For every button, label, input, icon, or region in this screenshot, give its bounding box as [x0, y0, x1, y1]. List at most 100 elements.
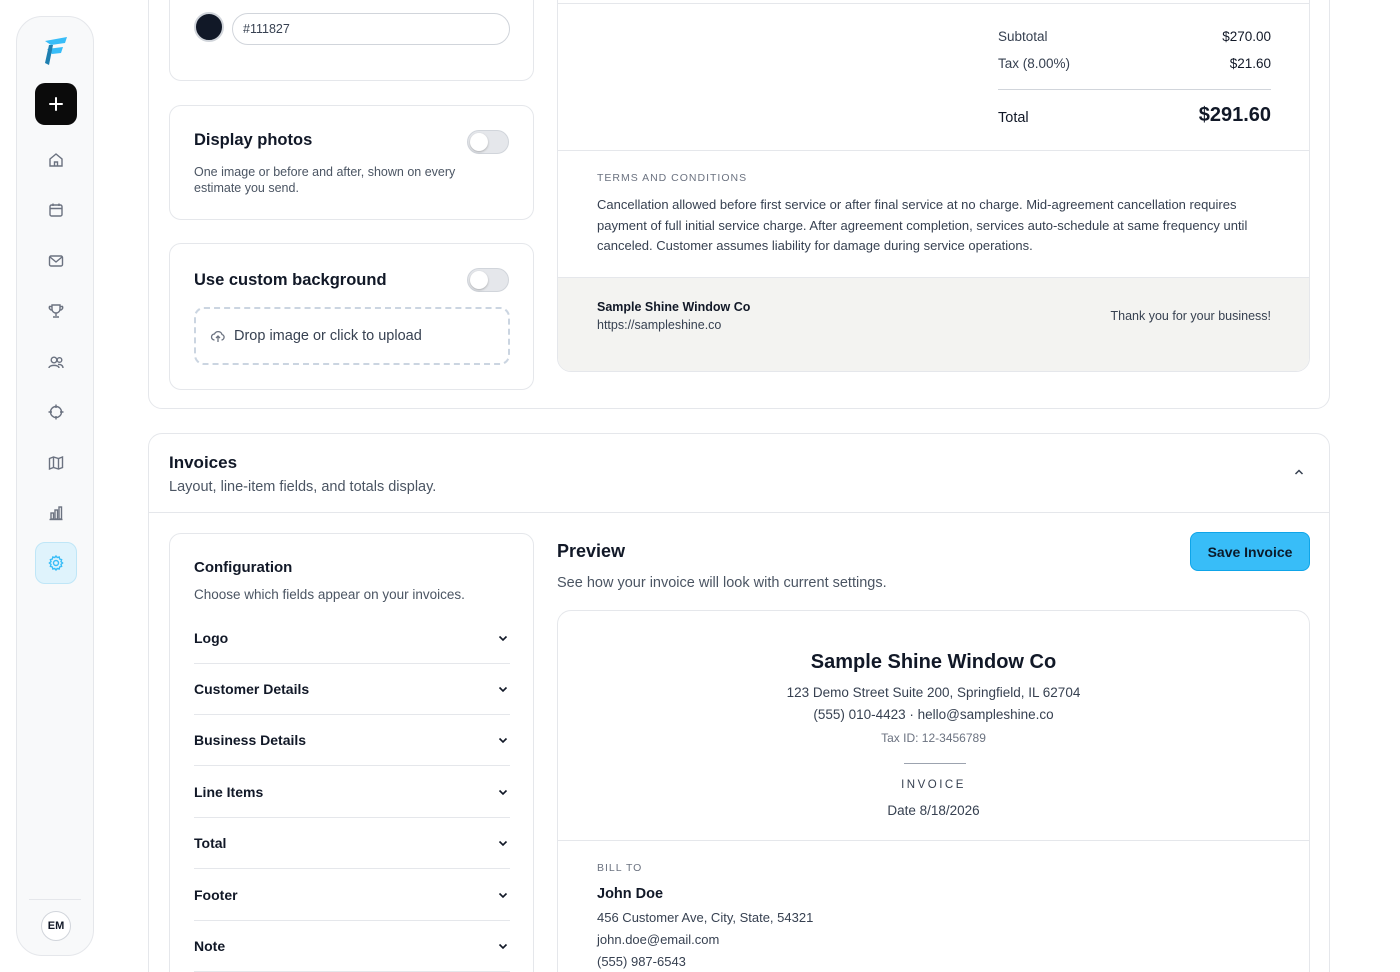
- estimate-preview: Subtotal $270.00 Tax (8.00%) $21.60 Tota…: [557, 0, 1310, 372]
- preview-footer: Sample Shine Window Co https://sampleshi…: [558, 277, 1309, 371]
- chevron-down-icon: [498, 892, 508, 899]
- config-item-label: Customer Details: [194, 681, 310, 697]
- display-photos-title: Display photos: [194, 131, 313, 149]
- config-item-label: Business Details: [194, 732, 307, 748]
- customer-address: 456 Customer Ave, City, State, 54321: [597, 910, 814, 925]
- create-new-button[interactable]: [35, 83, 77, 125]
- invoice-business-address: 123 Demo Street Suite 200, Springfield, …: [786, 685, 1081, 700]
- configuration-card: Configuration Choose which fields appear…: [169, 533, 534, 972]
- gear-icon: [48, 554, 64, 572]
- invoice-doc-label: INVOICE: [901, 779, 966, 791]
- nav-settings[interactable]: [35, 542, 77, 584]
- sidebar-divider: [29, 899, 81, 900]
- configuration-description: Choose which fields appear on your invoi…: [194, 587, 465, 602]
- nav-trophy[interactable]: [35, 290, 77, 332]
- terms-text: Cancellation allowed before first servic…: [597, 197, 1248, 253]
- save-invoice-button[interactable]: Save Invoice: [1190, 532, 1310, 571]
- nav-users[interactable]: [35, 341, 77, 383]
- preview-title: Preview: [557, 541, 626, 561]
- calendar-icon: [49, 203, 63, 217]
- config-item-business-details[interactable]: Business Details: [194, 715, 510, 766]
- customer-name: John Doe: [597, 886, 664, 902]
- nav-home[interactable]: [35, 139, 77, 181]
- terms-heading: TERMS AND CONDITIONS: [597, 172, 748, 184]
- invoice-tax-id: Tax ID: 12-3456789: [881, 731, 986, 745]
- config-item-label: Footer: [194, 887, 238, 903]
- home-icon: [49, 153, 63, 167]
- invoice-business-contact: (555) 010-4423 · hello@sampleshine.co: [813, 707, 1054, 722]
- trophy-icon: [48, 304, 64, 318]
- plus-icon: [49, 97, 63, 111]
- mail-icon: [48, 255, 64, 267]
- config-item-label: Note: [194, 938, 226, 954]
- cloud-upload-icon: [210, 330, 225, 342]
- invoices-description: Layout, line-item fields, and totals dis…: [169, 479, 437, 495]
- footer-url: https://sampleshine.co: [597, 318, 722, 332]
- total-value: $291.60: [1198, 104, 1271, 126]
- config-item-label: Line Items: [194, 784, 264, 800]
- customer-email: john.doe@email.com: [597, 932, 720, 947]
- invoices-divider: [149, 512, 1329, 513]
- terms-divider: [558, 150, 1309, 151]
- invoice-preview: Sample Shine Window Co 123 Demo Street S…: [557, 610, 1310, 972]
- chevron-down-icon: [498, 789, 508, 796]
- invoice-date: Date 8/18/2026: [887, 803, 980, 818]
- user-avatar[interactable]: EM: [41, 911, 71, 941]
- custom-background-title: Use custom background: [194, 271, 387, 289]
- subtotal-value: $270.00: [1222, 29, 1271, 44]
- invoice-business-name: Sample Shine Window Co: [810, 651, 1057, 673]
- display-photos-card: Display photos One image or before and a…: [169, 105, 534, 220]
- footer-thanks: Thank you for your business!: [1110, 309, 1272, 323]
- bill-to-heading: BILL TO: [597, 862, 643, 874]
- custom-background-toggle[interactable]: [467, 268, 509, 292]
- nav-target[interactable]: [35, 391, 77, 433]
- background-upload-dropzone[interactable]: Drop image or click to upload: [194, 307, 510, 365]
- map-icon: [48, 455, 64, 471]
- nav-map[interactable]: [35, 442, 77, 484]
- config-item-label: Total: [194, 835, 227, 851]
- preview-description: See how your invoice will look with curr…: [557, 575, 887, 591]
- tax-label: Tax (8.00%): [998, 56, 1071, 71]
- text-color-swatch[interactable]: [194, 12, 224, 42]
- display-photos-description: One image or before and after, shown on …: [194, 165, 456, 195]
- nav-reports[interactable]: [35, 492, 77, 534]
- configuration-title: Configuration: [194, 559, 293, 576]
- nav-calendar[interactable]: [35, 189, 77, 231]
- invoice-divider: [558, 840, 1309, 841]
- users-icon: [48, 356, 64, 369]
- config-item-total[interactable]: Total: [194, 818, 510, 869]
- sidebar: EM: [16, 16, 94, 956]
- chevron-up-icon[interactable]: [1291, 464, 1307, 480]
- nav-mail[interactable]: [35, 240, 77, 282]
- chevron-down-icon: [498, 943, 508, 950]
- chevron-down-icon: [498, 737, 508, 744]
- config-item-line-items[interactable]: Line Items: [194, 767, 510, 818]
- estimate-settings-section: Display photos One image or before and a…: [148, 0, 1330, 409]
- tax-value: $21.60: [1229, 56, 1271, 71]
- chevron-down-icon: [498, 840, 508, 847]
- display-photos-toggle[interactable]: [467, 130, 509, 154]
- config-item-note[interactable]: Note: [194, 921, 510, 972]
- footer-business-name: Sample Shine Window Co: [597, 300, 751, 314]
- totals-rule: [998, 89, 1271, 90]
- invoices-title: Invoices: [169, 453, 238, 472]
- text-color-input[interactable]: [232, 13, 510, 45]
- config-item-footer[interactable]: Footer: [194, 870, 510, 921]
- upload-label: Drop image or click to upload: [234, 328, 422, 344]
- invoices-section: Invoices Layout, line-item fields, and t…: [148, 433, 1330, 972]
- config-item-customer-details[interactable]: Customer Details: [194, 664, 510, 715]
- app-logo-icon[interactable]: [41, 35, 71, 67]
- invoice-header-rule: [904, 763, 966, 764]
- custom-background-card: Use custom background Drop image or clic…: [169, 243, 534, 390]
- total-label: Total: [998, 110, 1029, 126]
- customer-phone: (555) 987-6543: [597, 954, 686, 969]
- config-item-label: Logo: [194, 630, 229, 646]
- text-color-card: [169, 0, 534, 81]
- bar-chart-icon: [49, 506, 63, 521]
- target-icon: [48, 404, 64, 420]
- subtotal-label: Subtotal: [998, 29, 1048, 44]
- chevron-down-icon: [498, 686, 508, 693]
- preview-divider: [558, 3, 1309, 4]
- config-item-logo[interactable]: Logo: [194, 613, 510, 664]
- chevron-down-icon: [498, 635, 508, 642]
